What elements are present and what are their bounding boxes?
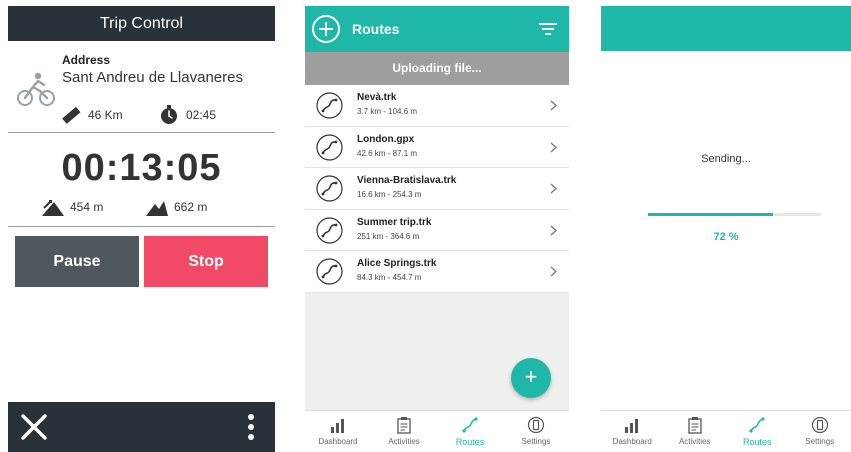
nav-label: Activities (388, 437, 420, 446)
stop-button[interactable]: Stop (144, 236, 268, 287)
nav-routes[interactable]: Routes (726, 411, 789, 452)
time-remaining-value: 02:45 (186, 108, 217, 122)
stopwatch-icon (161, 105, 177, 124)
bar-chart-icon (331, 419, 344, 433)
nav-settings[interactable]: Settings (503, 411, 569, 452)
route-name: London.gpx (357, 133, 415, 145)
route-meta: 84.3 km - 454.7 m (357, 273, 422, 283)
upload-status-text: Uploading file... (392, 61, 482, 75)
nav-dashboard[interactable]: Dashboard (601, 411, 664, 452)
route-meta: 251 km - 364.6 m (357, 231, 420, 241)
elapsed-panel: 00:13:05 454 m 662 m (8, 133, 275, 227)
nav-label: Dashboard (318, 437, 358, 446)
trip-control-header: Trip Control (8, 6, 275, 41)
device-icon (527, 416, 545, 434)
chevron-right-icon (550, 266, 557, 277)
sending-header (601, 6, 851, 51)
filter-icon[interactable] (539, 22, 557, 36)
address-label: Address (62, 53, 111, 67)
close-icon[interactable] (20, 413, 48, 441)
add-route-fab[interactable]: + (511, 358, 551, 398)
nav-label: Settings (805, 437, 835, 446)
ascent-icon (42, 200, 64, 216)
route-icon (462, 417, 478, 433)
trip-control-title: Trip Control (100, 15, 183, 32)
routes-screen: Routes Uploading file... Nevà.trk 3.7 km… (305, 6, 569, 452)
sending-screen: Sending... 72 % Dashboard Activities Rou… (601, 6, 851, 452)
more-vertical-icon[interactable] (247, 413, 255, 441)
distance-value: 46 Km (88, 108, 123, 122)
address-value: Sant Andreu de Llavaneres (62, 69, 243, 86)
address-panel: Address Sant Andreu de Llavaneres 46 Km … (8, 41, 275, 133)
bar-chart-icon (625, 419, 639, 433)
ruler-icon (62, 106, 81, 124)
chevron-right-icon (550, 225, 557, 236)
cyclist-icon (17, 72, 55, 106)
elapsed-timer: 00:13:05 (61, 147, 222, 189)
pause-button[interactable]: Pause (15, 236, 139, 287)
nav-settings[interactable]: Settings (789, 411, 851, 452)
progress-percentage: 72 % (713, 231, 739, 243)
bottom-nav: Dashboard Activities Routes Settings (305, 410, 569, 452)
chevron-right-icon (550, 183, 557, 194)
route-icon (749, 417, 765, 433)
route-item-london[interactable]: London.gpx 42.6 km - 87.1 m (305, 126, 569, 169)
nav-activities[interactable]: Activities (371, 411, 437, 452)
route-name: Nevà.trk (357, 92, 397, 103)
routes-header: Routes (305, 6, 569, 52)
nav-label: Activities (678, 437, 711, 446)
ascent-stat: 454 m (42, 198, 103, 216)
route-meta: 16.6 km - 254.3 m (357, 190, 422, 200)
route-list: Nevà.trk 3.7 km - 104.6 m London.gpx 42.… (305, 85, 569, 293)
route-meta: 3.7 km - 104.6 m (357, 107, 418, 116)
route-item-summer-trip[interactable]: Summer trip.trk 251 km - 364.6 m (305, 209, 569, 252)
add-circle-icon[interactable] (311, 14, 341, 44)
progress-bar (648, 213, 821, 216)
chevron-right-icon (550, 142, 557, 153)
ascent-value: 454 m (70, 200, 104, 214)
nav-label: Dashboard (612, 437, 652, 446)
route-item-vienna-bratislava[interactable]: Vienna-Bratislava.trk 16.6 km - 254.3 m (305, 168, 569, 210)
trip-footer (8, 402, 275, 452)
clipboard-icon (688, 417, 702, 434)
route-name: Alice Springs.trk (357, 258, 437, 270)
nav-dashboard[interactable]: Dashboard (305, 411, 371, 452)
descent-value: 662 m (174, 200, 208, 214)
route-item-neva[interactable]: Nevà.trk 3.7 km - 104.6 m (305, 85, 569, 127)
routes-title: Routes (352, 21, 400, 37)
sending-status: Sending... (701, 153, 751, 165)
route-name: Vienna-Bratislava.trk (357, 175, 457, 187)
nav-label: Routes (455, 437, 485, 447)
nav-label: Routes (742, 437, 772, 447)
device-icon (811, 416, 828, 434)
chevron-right-icon (550, 100, 557, 111)
distance-stat: 46 Km (60, 104, 123, 126)
time-remaining-stat: 02:45 (158, 104, 216, 126)
route-icon (316, 258, 343, 285)
route-meta: 42.6 km - 87.1 m (357, 148, 418, 158)
nav-routes[interactable]: Routes (437, 411, 503, 452)
route-item-alice-springs[interactable]: Alice Springs.trk 84.3 km - 454.7 m (305, 251, 569, 293)
clipboard-icon (397, 417, 411, 434)
upload-status-bar: Uploading file... (305, 52, 569, 85)
bottom-nav: Dashboard Activities Routes Settings (601, 410, 851, 452)
nav-activities[interactable]: Activities (664, 411, 727, 452)
route-icon (316, 175, 343, 202)
trip-buttons: Pause Stop (15, 236, 268, 287)
progress-fill (648, 213, 773, 216)
route-name: Summer trip.trk (357, 216, 432, 228)
descent-icon (146, 201, 168, 216)
route-icon (316, 133, 343, 161)
nav-label: Settings (521, 437, 551, 446)
descent-stat: 662 m (146, 198, 207, 216)
trip-control-screen: Trip Control Address Sant Andreu de Llav… (8, 6, 275, 452)
route-icon (316, 92, 343, 119)
route-icon (316, 217, 343, 244)
